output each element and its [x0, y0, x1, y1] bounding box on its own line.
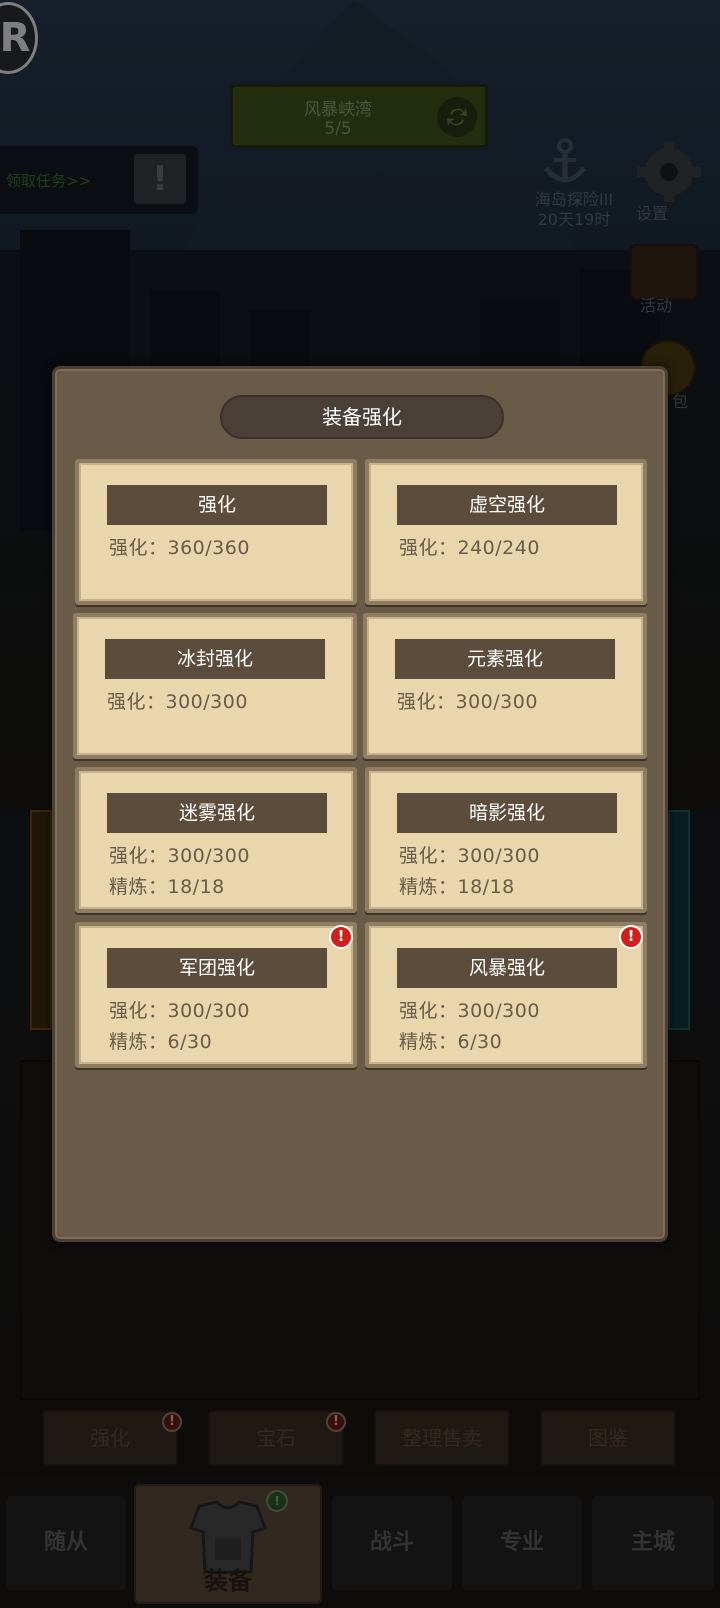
enhance-card-frozen[interactable]: 冰封强化 强化：300/300: [73, 613, 357, 759]
card-enhance-level: 强化：300/300: [399, 1000, 540, 1022]
card-refine-level: 精炼：6/30: [399, 1031, 503, 1053]
enhance-card-basic[interactable]: 强化 强化：360/360: [75, 459, 357, 605]
enhance-card-element[interactable]: 元素强化 强化：300/300: [363, 613, 647, 759]
storm-alert-badge: !: [619, 925, 643, 949]
card-title: 虚空强化: [397, 485, 617, 525]
card-title: 暗影强化: [397, 793, 617, 833]
card-title: 冰封强化: [105, 639, 325, 679]
card-enhance-level: 强化：360/360: [109, 537, 250, 559]
enhance-card-storm[interactable]: 风暴强化 强化：300/300 精炼：6/30: [365, 922, 647, 1068]
card-enhance-level: 强化：300/300: [399, 845, 540, 867]
card-enhance-level: 强化：240/240: [399, 537, 540, 559]
card-enhance-level: 强化：300/300: [107, 691, 248, 713]
card-enhance-level: 强化：300/300: [109, 1000, 250, 1022]
enhance-card-mist[interactable]: 迷雾强化 强化：300/300 精炼：18/18: [75, 767, 357, 913]
equipment-enhance-modal: 装备强化 强化 强化：360/360 虚空强化 强化：240/240 冰封强化 …: [52, 366, 668, 1242]
card-title: 强化: [107, 485, 327, 525]
enhance-card-shadow[interactable]: 暗影强化 强化：300/300 精炼：18/18: [365, 767, 647, 913]
legion-alert-badge: !: [329, 925, 353, 949]
card-refine-level: 精炼：18/18: [109, 876, 225, 898]
card-refine-level: 精炼：18/18: [399, 876, 515, 898]
card-title: 迷雾强化: [107, 793, 327, 833]
card-title: 元素强化: [395, 639, 615, 679]
card-title: 军团强化: [107, 948, 327, 988]
card-enhance-level: 强化：300/300: [397, 691, 538, 713]
enhance-card-legion[interactable]: 军团强化 强化：300/300 精炼：6/30: [75, 922, 357, 1068]
card-title: 风暴强化: [397, 948, 617, 988]
card-enhance-level: 强化：300/300: [109, 845, 250, 867]
modal-title: 装备强化: [220, 395, 504, 439]
enhance-card-void[interactable]: 虚空强化 强化：240/240: [365, 459, 647, 605]
card-refine-level: 精炼：6/30: [109, 1031, 213, 1053]
